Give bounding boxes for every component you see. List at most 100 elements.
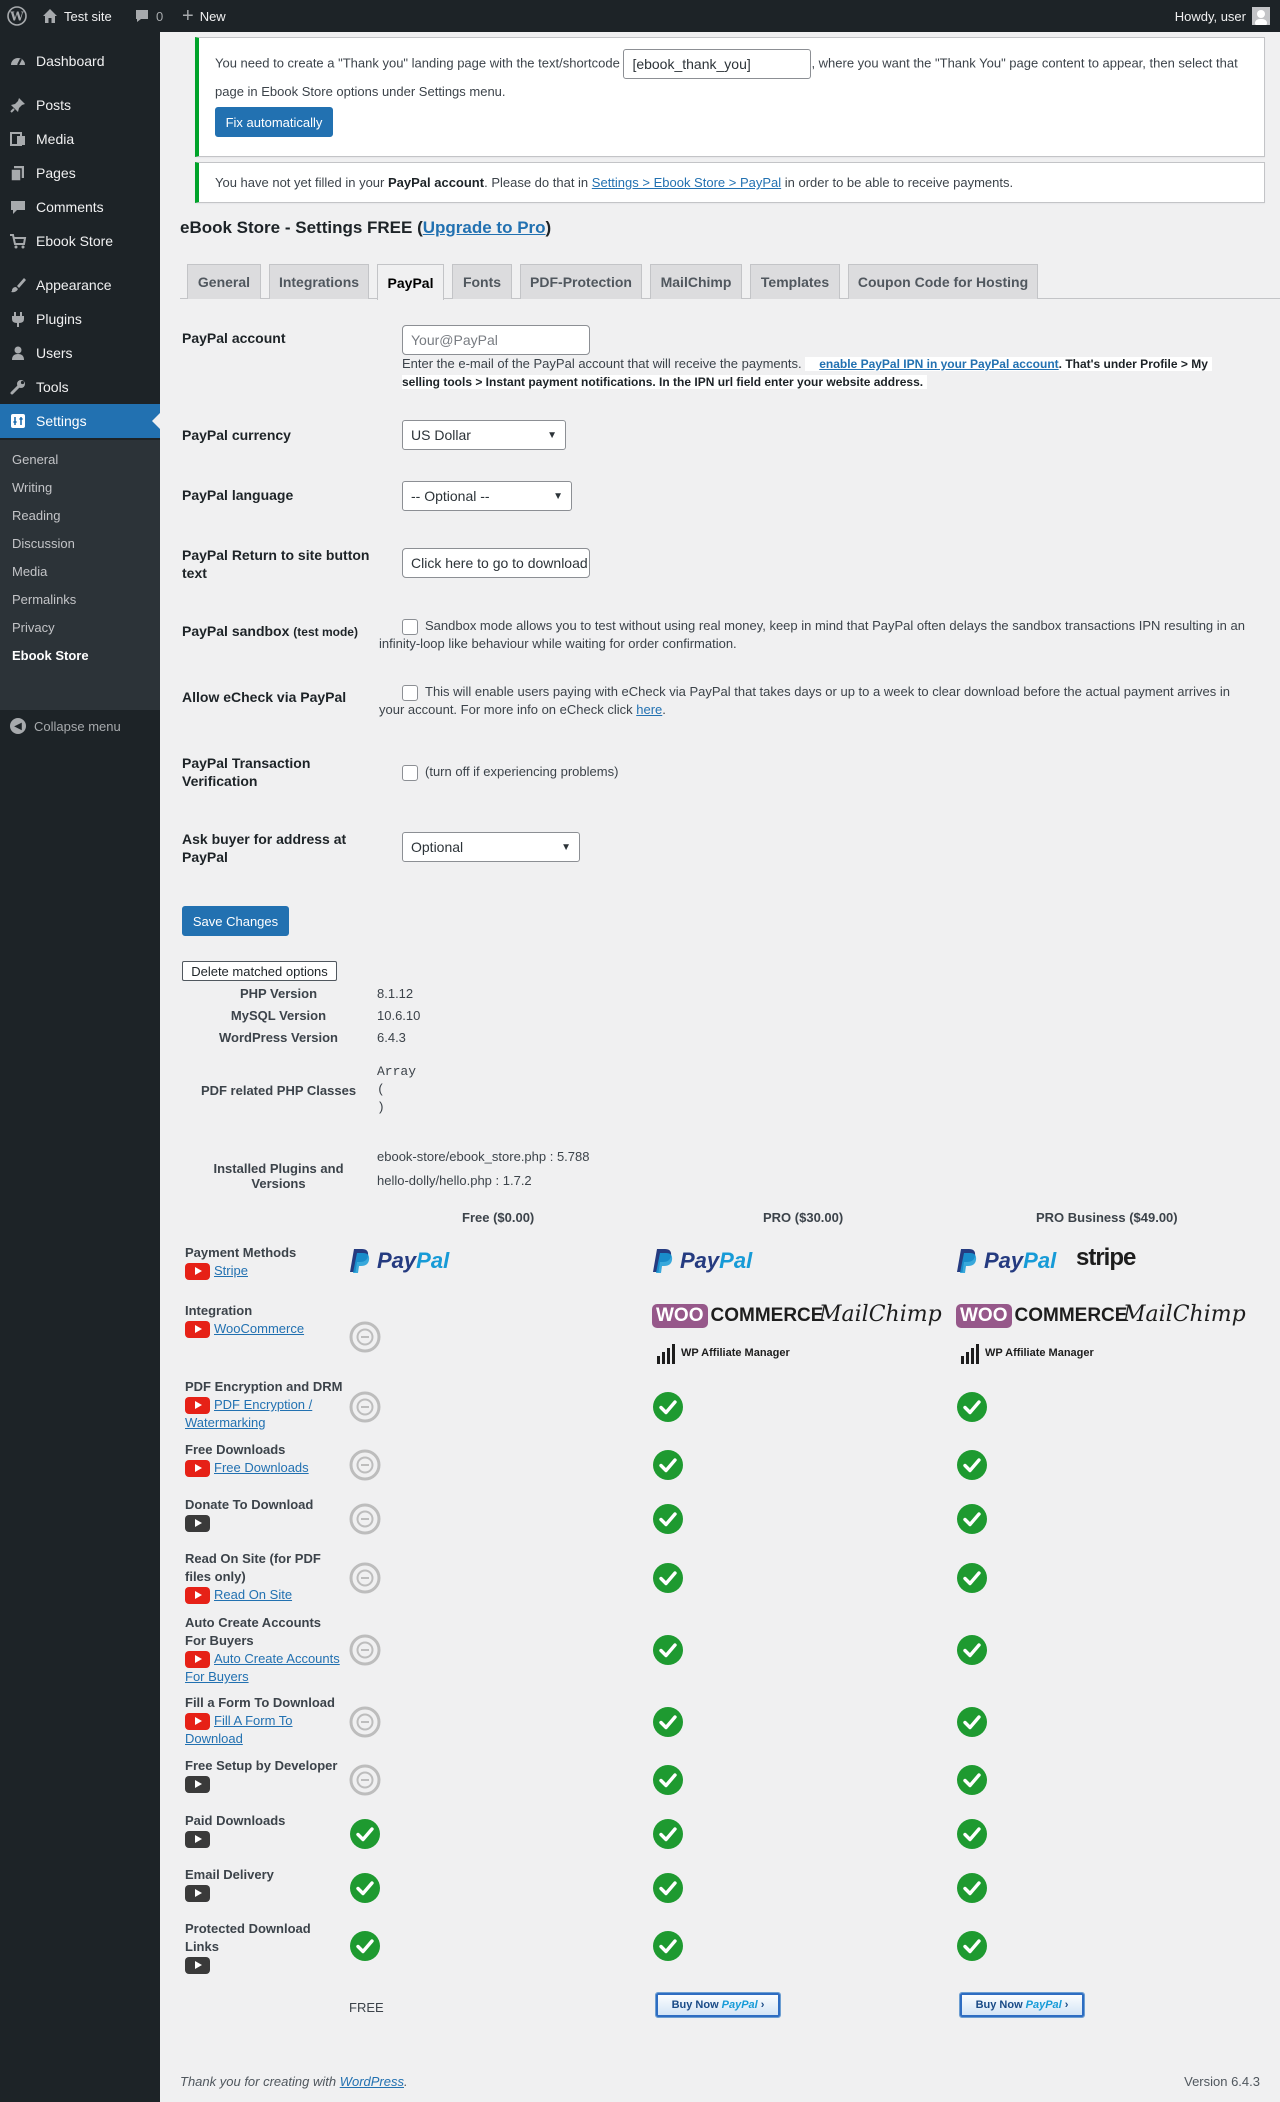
youtube-play-icon[interactable] — [185, 1397, 210, 1415]
tab-templates[interactable]: Templates — [750, 264, 840, 299]
mailchimp-logo: MailChimp — [819, 1302, 942, 1327]
save-changes-button[interactable]: Save Changes — [182, 906, 289, 936]
paypal-currency-select[interactable]: US Dollar ▼ — [402, 420, 566, 450]
feature-video-link[interactable]: Read On Site — [214, 1587, 292, 1602]
user-account-link[interactable]: Howdy, user — [1175, 0, 1270, 32]
youtube-play-icon[interactable] — [185, 1957, 210, 1975]
youtube-play-icon[interactable] — [185, 1831, 210, 1849]
feature-video-link[interactable]: WooCommerce — [214, 1321, 304, 1336]
youtube-play-icon[interactable] — [185, 1776, 210, 1794]
wordpress-link[interactable]: WordPress — [340, 2074, 404, 2089]
ipn-link[interactable]: enable PayPal IPN in your PayPal account — [819, 357, 1058, 371]
mailchimp-text: MailChimp — [819, 1302, 942, 1327]
collapse-menu-button[interactable]: ◀ Collapse menu — [10, 718, 121, 734]
buy-now-pro-business-button[interactable]: Buy Now PayPal › — [959, 1992, 1085, 2018]
youtube-play-icon[interactable] — [185, 1263, 210, 1281]
fix-automatically-button[interactable]: Fix automatically — [215, 107, 333, 137]
paypal-logo: Pay Pal — [349, 1247, 449, 1275]
ask-address-select[interactable]: Optional ▼ — [402, 832, 580, 862]
site-name-link[interactable]: Test site — [42, 0, 112, 32]
youtube-play-icon[interactable] — [185, 1587, 210, 1605]
howdy-text: Howdy, user — [1174, 8, 1246, 24]
youtube-play-icon[interactable] — [185, 1651, 210, 1669]
sidebar-item-users[interactable]: Users — [0, 336, 160, 370]
return-button-text-input[interactable]: Click here to go to download page — [402, 548, 590, 578]
check-icon — [652, 1930, 684, 1962]
verification-description: (turn off if experiencing problems) — [425, 764, 619, 779]
tab-fonts[interactable]: Fonts — [452, 264, 512, 299]
sidebar-item-tools[interactable]: Tools — [0, 370, 160, 404]
youtube-play-icon[interactable] — [185, 1885, 210, 1903]
sandbox-desc-2: infinity-loop like behaviour while waiti… — [379, 636, 737, 651]
comments-link[interactable]: 0 — [134, 0, 163, 32]
current-menu-arrow — [152, 413, 160, 429]
check-icon — [349, 1818, 381, 1850]
paypal-account-input[interactable]: Your@PayPal — [402, 325, 590, 355]
avatar — [1252, 7, 1270, 25]
delete-matched-options-button[interactable]: Delete matched options — [182, 961, 337, 981]
submenu-item-discussion[interactable]: Discussion — [12, 536, 75, 551]
paypal-settings-link[interactable]: Settings > Ebook Store > PayPal — [592, 175, 781, 190]
check-icon — [652, 1764, 684, 1796]
feature-row-title: Free Downloads Free Downloads — [185, 1441, 345, 1478]
check-icon — [652, 1562, 684, 1594]
shortcode-field[interactable]: [ebook_thank_you] — [623, 49, 812, 79]
tab-coupon-code-for-hosting[interactable]: Coupon Code for Hosting — [848, 264, 1038, 299]
mysql-version-value: 10.6.10 — [377, 1008, 421, 1023]
feature-row-title: Fill a Form To Download Fill A Form To Do… — [185, 1694, 345, 1748]
collapse-label: Collapse menu — [34, 718, 121, 734]
youtube-play-icon[interactable] — [185, 1460, 210, 1478]
submenu-item-permalinks[interactable]: Permalinks — [12, 592, 76, 607]
buy-now-pro-button[interactable]: Buy Now PayPal › — [655, 1992, 781, 2018]
new-content-link[interactable]: + New — [182, 0, 226, 32]
tab-mailchimp[interactable]: MailChimp — [650, 264, 742, 299]
sidebar-item-appearance[interactable]: Appearance — [0, 268, 160, 302]
buy-now-text: Buy Now — [671, 1999, 719, 2011]
tab-integrations[interactable]: Integrations — [269, 264, 369, 299]
wpam-text: WP Affiliate Manager — [681, 1347, 790, 1359]
site-name: Test site — [64, 8, 112, 24]
check-icon — [652, 1706, 684, 1738]
submenu-item-writing[interactable]: Writing — [12, 480, 52, 495]
sidebar-item-ebook-store[interactable]: Ebook Store — [0, 224, 160, 258]
feature-video-link[interactable]: Stripe — [214, 1263, 248, 1278]
wordpress-logo-icon[interactable]: W — [7, 0, 27, 32]
sidebar-item-posts[interactable]: Posts — [0, 88, 160, 122]
submenu-item-media[interactable]: Media — [12, 564, 47, 579]
admin-bar: W Test site 0 + New Howdy, user — [0, 0, 1280, 32]
sidebar-item-plugins[interactable]: Plugins — [0, 302, 160, 336]
new-label: New — [199, 8, 226, 24]
pro-business-column-header: PRO Business ($49.00) — [1036, 1210, 1178, 1225]
submenu-item-general[interactable]: General — [12, 452, 58, 467]
mailchimp-logo: MailChimp — [1123, 1302, 1246, 1327]
submenu-item-ebook-store[interactable]: Ebook Store — [12, 648, 89, 663]
upgrade-to-pro-link[interactable]: Upgrade to Pro — [423, 218, 546, 237]
sidebar-item-comments[interactable]: Comments — [0, 190, 160, 224]
youtube-play-icon[interactable] — [185, 1321, 210, 1339]
paypal-language-select[interactable]: -- Optional -- ▼ — [402, 481, 572, 511]
tab-general[interactable]: General — [187, 264, 261, 299]
feature-video-link[interactable]: Free Downloads — [214, 1460, 309, 1475]
tab-pdf-protection[interactable]: PDF-Protection — [520, 264, 642, 299]
tab-paypal[interactable]: PayPal — [377, 264, 444, 300]
sidebar-item-dashboard[interactable]: Dashboard — [0, 44, 160, 78]
check-icon — [956, 1391, 988, 1423]
sidebar-item-pages[interactable]: Pages — [0, 156, 160, 190]
sidebar-item-label: Pages — [36, 165, 76, 181]
verification-checkbox[interactable] — [402, 765, 418, 781]
feature-row-title: Email Delivery — [185, 1866, 345, 1903]
title-prefix: eBook Store - Settings FREE ( — [180, 218, 423, 237]
sidebar-item-media[interactable]: Media — [0, 122, 160, 156]
wp-version-value: 6.4.3 — [377, 1030, 406, 1045]
submenu-item-privacy[interactable]: Privacy — [12, 620, 55, 635]
youtube-play-icon[interactable] — [185, 1515, 210, 1533]
bar-chart-icon — [961, 1344, 979, 1364]
feature-title: Fill a Form To Download — [185, 1695, 335, 1710]
submenu-item-reading[interactable]: Reading — [12, 508, 60, 523]
footer-version: Version 6.4.3 — [1184, 2074, 1260, 2089]
sidebar-item-label: Comments — [36, 199, 104, 215]
check-icon — [956, 1764, 988, 1796]
echeck-here-link[interactable]: here — [636, 702, 662, 717]
sidebar-item-settings[interactable]: Settings — [0, 404, 160, 438]
youtube-play-icon[interactable] — [185, 1713, 210, 1731]
